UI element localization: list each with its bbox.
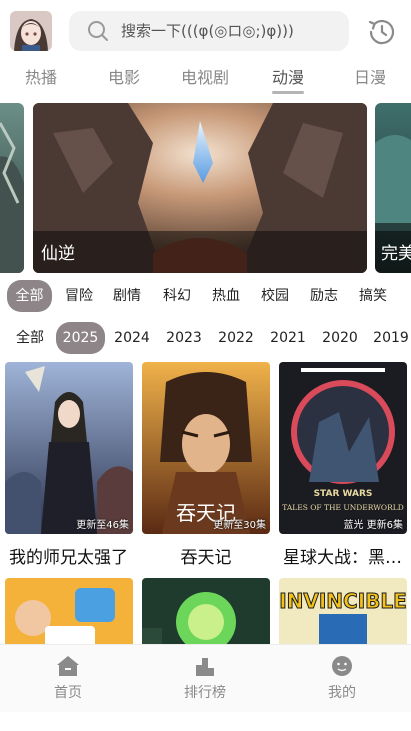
anime-title: 我的师兄太强了 <box>9 548 128 568</box>
genre-chip-action[interactable]: 热血 <box>206 280 246 312</box>
genre-chip-drama[interactable]: 剧情 <box>107 280 147 312</box>
genre-chip-scifi[interactable]: 科幻 <box>157 280 197 312</box>
banner-slide-next[interactable]: 完美 <box>375 103 411 273</box>
anime-card[interactable] <box>142 578 270 648</box>
system-bottom-area <box>0 712 411 731</box>
poster-image: 吞天记 更新至30集 <box>142 362 270 534</box>
year-chip-2020[interactable]: 2020 <box>320 322 360 354</box>
tab-hot[interactable]: 热播 <box>9 64 73 88</box>
profile-icon <box>332 656 352 676</box>
tab-tv-series[interactable]: 电视剧 <box>173 64 237 88</box>
nav-profile[interactable]: 我的 <box>302 655 382 702</box>
year-chip-2024[interactable]: 2024 <box>112 322 152 354</box>
genre-chip-comedy[interactable]: 搞笑 <box>353 280 393 312</box>
banner-title: 完美 <box>381 244 411 264</box>
anime-card[interactable]: INVINCIBLE <box>279 578 407 648</box>
year-chip-2021[interactable]: 2021 <box>268 322 308 354</box>
poster-title-art: INVINCIBLE <box>279 589 407 613</box>
year-chip-2023[interactable]: 2023 <box>164 322 204 354</box>
bottom-navigation: 首页 排行榜 我的 <box>0 644 411 712</box>
search-placeholder: 搜索一下(((φ(◎ロ◎;)φ))) <box>121 22 294 40</box>
episode-badge: 更新至46集 <box>76 520 129 531</box>
nav-home-label: 首页 <box>54 685 82 701</box>
top-bar: 搜索一下(((φ(◎ロ◎;)φ))) <box>0 0 411 60</box>
tab-japanese-anime[interactable]: 日漫 <box>338 64 402 88</box>
ranking-icon <box>196 658 214 676</box>
tab-movies[interactable]: 电影 <box>92 64 156 88</box>
year-chip-2022[interactable]: 2022 <box>216 322 256 354</box>
nav-home[interactable]: 首页 <box>28 655 108 702</box>
poster-title-art: TALES OF THE UNDERWORLD <box>282 503 403 512</box>
episode-badge: 蓝光 更新6集 <box>343 520 403 531</box>
nav-profile-label: 我的 <box>328 685 356 701</box>
genre-chip-inspirational[interactable]: 励志 <box>304 280 344 312</box>
banner-slide-main[interactable]: 仙逆 <box>33 103 367 273</box>
poster-brand-art: STAR WARS <box>314 489 373 499</box>
banner-title: 仙逆 <box>41 244 75 264</box>
avatar[interactable] <box>10 11 52 51</box>
anime-title: 吞天记 <box>180 548 232 568</box>
episode-badge: 更新至30集 <box>213 520 266 531</box>
poster-image: STAR WARS TALES OF THE UNDERWORLD 蓝光 更新6… <box>279 362 407 534</box>
genre-chip-adventure[interactable]: 冒险 <box>59 280 99 312</box>
banner-slide-prev[interactable] <box>0 103 24 273</box>
genre-chip-school[interactable]: 校园 <box>255 280 295 312</box>
genre-chip-all[interactable]: 全部 <box>7 280 52 312</box>
nav-ranking[interactable]: 排行榜 <box>165 655 245 702</box>
year-chip-2025[interactable]: 2025 <box>56 322 105 354</box>
home-icon <box>57 656 79 676</box>
year-chip-all[interactable]: 全部 <box>10 322 50 354</box>
tab-anime[interactable]: 动漫 <box>256 64 320 88</box>
search-icon <box>88 21 108 41</box>
year-chip-2019[interactable]: 2019 <box>371 322 411 354</box>
anime-card[interactable]: 更新至46集 我的师兄太强了 <box>5 362 133 568</box>
nav-ranking-label: 排行榜 <box>184 685 226 701</box>
genre-filter-row: 全部 冒险 剧情 科幻 热血 校园 励志 搞笑 <box>0 280 411 314</box>
active-tab-indicator <box>272 91 304 94</box>
year-filter-row: 全部 2025 2024 2023 2022 2021 2020 2019 <box>0 322 411 356</box>
anime-card[interactable]: STAR WARS TALES OF THE UNDERWORLD 蓝光 更新6… <box>279 362 407 568</box>
anime-card[interactable] <box>5 578 133 648</box>
history-icon[interactable] <box>366 16 398 48</box>
category-tabs: 热播 电影 电视剧 动漫 日漫 <box>0 60 411 96</box>
banner-caption-bar <box>33 231 367 273</box>
anime-card[interactable]: 吞天记 更新至30集 吞天记 <box>142 362 270 568</box>
search-bar[interactable]: 搜索一下(((φ(◎ロ◎;)φ))) <box>69 11 349 51</box>
anime-title: 星球大战：黑… <box>283 548 402 568</box>
poster-image: 更新至46集 <box>5 362 133 534</box>
